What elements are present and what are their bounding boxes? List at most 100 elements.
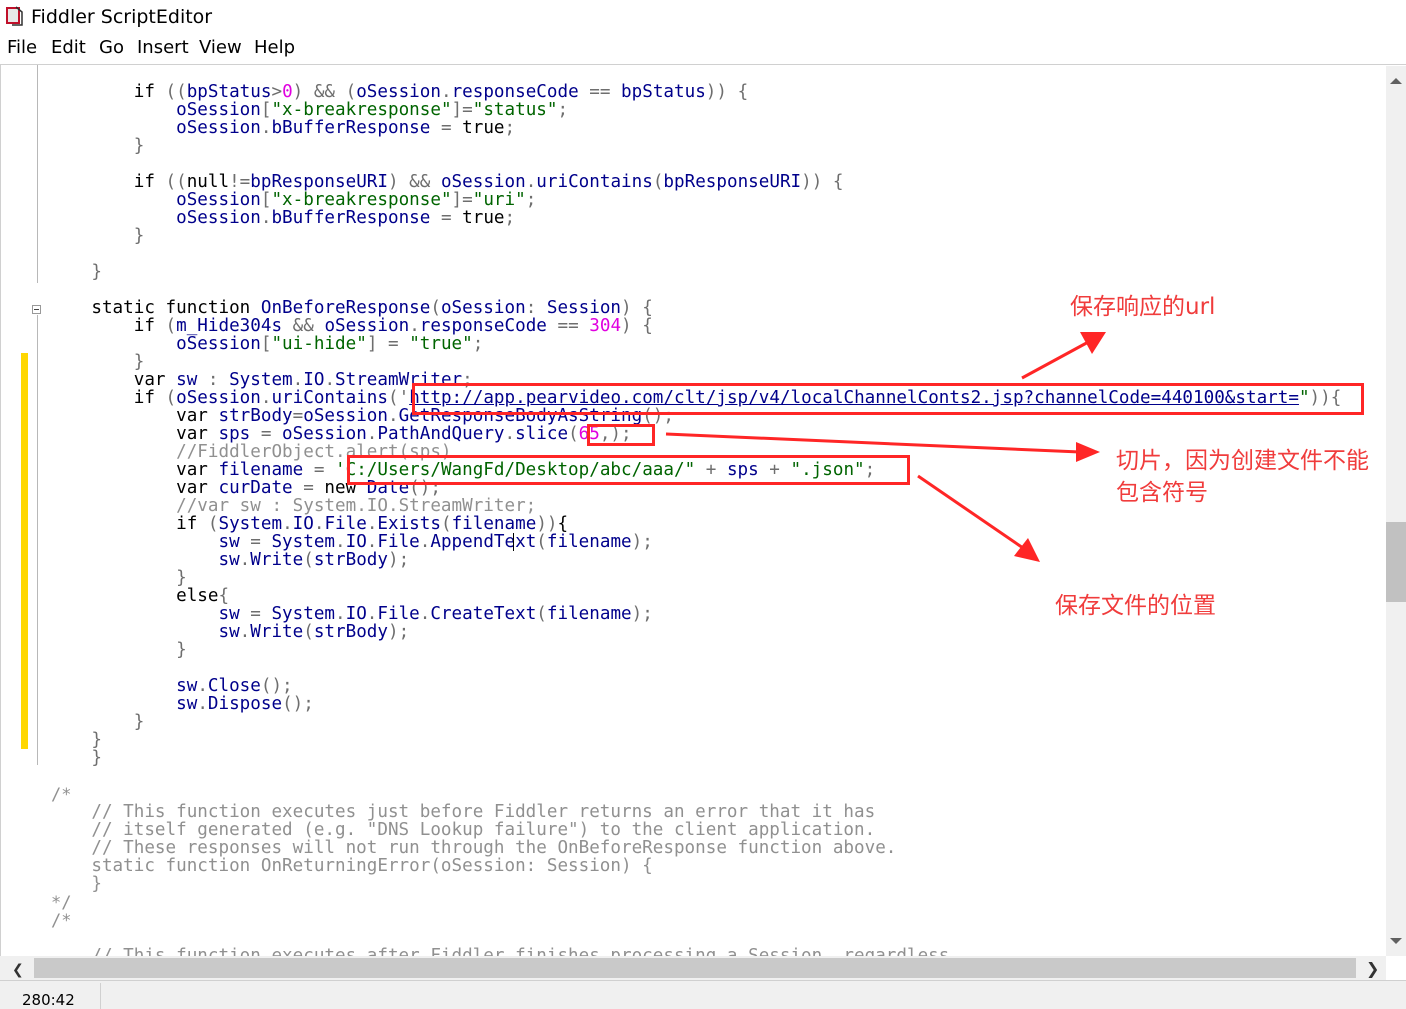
code-token: if: [91, 172, 166, 192]
code-token: .: [313, 514, 325, 534]
menu-file[interactable]: File: [7, 37, 37, 58]
code-token: filename: [546, 604, 632, 624]
menu-go[interactable]: Go: [99, 37, 124, 58]
code-line: oSession["x-breakresponse"]="status";: [49, 101, 1341, 119]
code-token: File: [377, 532, 420, 552]
code-line: if ((bpStatus>0) && (oSession.responseCo…: [49, 83, 1341, 101]
code-token: bpResponseURI: [663, 172, 802, 192]
code-token: var: [91, 406, 219, 426]
modified-lines-marker: [21, 353, 28, 749]
code-line: }: [49, 263, 1341, 281]
code-token: oSession: [176, 388, 261, 408]
code-token: .: [419, 604, 431, 624]
code-token: Write: [250, 622, 304, 642]
url-annotation: 保存响应的url: [1070, 294, 1216, 320]
code-token: :: [525, 298, 547, 318]
menu-help[interactable]: Help: [254, 37, 295, 58]
text-caret: [513, 533, 514, 551]
code-token: ]=: [451, 100, 473, 120]
code-token: var: [91, 478, 219, 498]
scroll-up-arrow-icon[interactable]: [1390, 78, 1402, 84]
code-token: static function: [91, 298, 261, 318]
code-token: oSession: [282, 424, 367, 444]
code-area[interactable]: if ((bpStatus>0) && (oSession.responseCo…: [49, 83, 1341, 983]
code-token: sw: [176, 676, 198, 696]
code-token: ) && (: [292, 82, 357, 102]
code-token: =: [303, 460, 336, 480]
code-token: //var sw : System.IO.StreamWriter;: [176, 496, 537, 516]
code-token: .: [197, 694, 208, 714]
code-token: }: [133, 712, 145, 732]
code-token: {: [557, 514, 569, 534]
code-token: true: [462, 208, 505, 228]
code-token: ': [398, 388, 410, 408]
vertical-scroll-thumb[interactable]: [1386, 522, 1406, 602]
code-token: }: [133, 352, 145, 372]
menu-view[interactable]: View: [199, 37, 242, 58]
code-token: .: [260, 388, 272, 408]
scroll-down-arrow-icon[interactable]: [1390, 938, 1402, 944]
code-token: ();: [260, 676, 293, 696]
code-token: responseCode: [419, 316, 547, 336]
code-line: if (System.IO.File.Exists(filename)){: [49, 515, 1341, 533]
scroll-left-arrow-icon[interactable]: ❮: [12, 962, 24, 978]
code-line: }: [49, 227, 1341, 245]
code-token: bpResponseURI: [250, 172, 388, 192]
slice-annotation-line1: 切片，因为创建文件不能: [1116, 448, 1369, 474]
code-token: // These responses will not run through …: [91, 838, 897, 858]
scroll-right-arrow-icon[interactable]: ❯: [1366, 959, 1379, 978]
code-token: bpStatus: [621, 82, 706, 102]
code-token: (: [303, 550, 314, 570]
vertical-scrollbar[interactable]: [1386, 66, 1406, 956]
code-token: }: [91, 874, 102, 894]
code-token: bpStatus: [186, 82, 272, 102]
code-token: );: [387, 550, 410, 570]
code-token: responseCode: [451, 82, 579, 102]
menu-edit[interactable]: Edit: [51, 37, 86, 58]
code-token: Session: [546, 298, 622, 318]
code-token: .: [239, 550, 251, 570]
code-token: .: [504, 424, 516, 444]
menu-insert[interactable]: Insert: [137, 37, 189, 58]
code-token: ) &&: [387, 172, 441, 192]
code-token: .: [366, 604, 378, 624]
code-line: }: [49, 137, 1341, 155]
code-token: &&: [282, 316, 325, 336]
code-token: var: [91, 460, 219, 480]
code-token: }: [91, 748, 102, 768]
code-token: strBody: [218, 406, 293, 426]
code-token: (: [440, 514, 452, 534]
code-token: =: [292, 406, 304, 426]
status-bar: 280:42: [0, 980, 1406, 1009]
code-token: .: [366, 514, 378, 534]
script-editor[interactable]: if ((bpStatus>0) && (oSession.responseCo…: [0, 64, 1406, 983]
code-token: if: [91, 388, 166, 408]
code-token: else: [91, 586, 219, 606]
fold-guide: [37, 315, 38, 765]
window-title: Fiddler ScriptEditor: [31, 6, 213, 28]
url-highlight-box: [412, 383, 1364, 415]
horizontal-scrollbar[interactable]: ❮ ❯: [0, 956, 1386, 980]
code-token: (: [652, 172, 664, 192]
code-line: // This function executes just before Fi…: [49, 803, 1341, 821]
code-token: }: [176, 640, 187, 660]
collapse-toggle[interactable]: [32, 305, 41, 314]
code-token: ] =: [366, 334, 410, 354]
code-token: "uri": [472, 190, 526, 210]
code-token: oSession: [176, 118, 261, 138]
code-token: .: [260, 208, 272, 228]
code-token: (: [165, 388, 177, 408]
horizontal-scroll-thumb[interactable]: [34, 958, 1356, 978]
fiddler-app-icon: [6, 6, 23, 26]
status-divider: [100, 983, 101, 1009]
code-token: Close: [207, 676, 261, 696]
code-token: sps: [218, 424, 251, 444]
code-token: .: [440, 82, 452, 102]
code-line: sw.Dispose();: [49, 695, 1341, 713]
code-token: [: [260, 334, 272, 354]
